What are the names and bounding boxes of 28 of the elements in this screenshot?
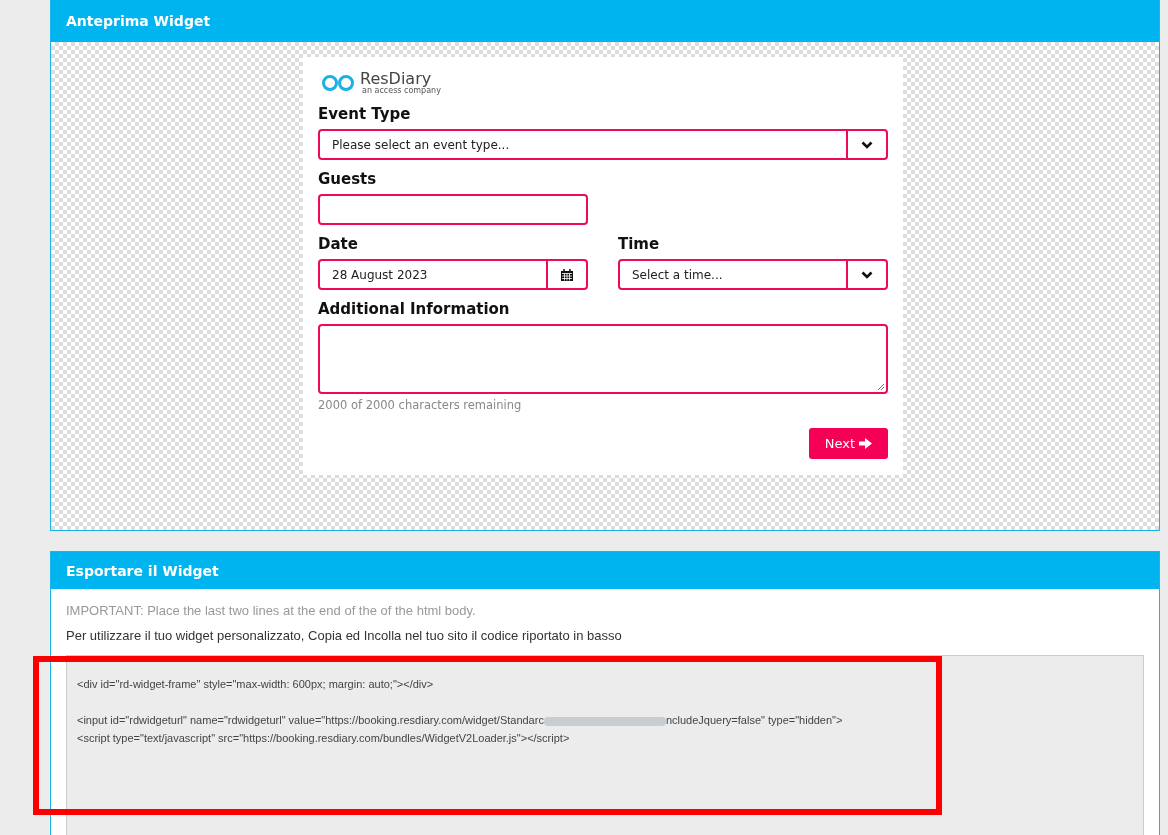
panel-title: Esportare il Widget: [66, 562, 219, 579]
logo-icon: [321, 74, 355, 92]
chevron-down-icon: [861, 270, 873, 279]
arrow-right-icon: [859, 438, 872, 449]
calendar-icon: [561, 268, 573, 281]
character-counter: 2000 of 2000 characters remaining: [318, 398, 523, 412]
instructions-text: Per utilizzare il tuo widget personalizzato, Copia ed Incolla nel tuo sito il codice riportato in basso: [66, 628, 623, 643]
text-area[interactable]: [318, 324, 888, 394]
brand-tagline: an access company: [362, 87, 441, 95]
field-label: Additional Information: [318, 300, 511, 318]
input-field[interactable]: [318, 194, 588, 225]
field-label: Guests: [318, 170, 378, 188]
panel-title: Anteprima Widget: [66, 13, 211, 29]
select-field[interactable]: Please select an event type...: [318, 129, 888, 160]
brand-name: ResDiary: [360, 71, 432, 87]
chevron-down-icon: [861, 140, 873, 149]
resize-grip-icon: [877, 383, 885, 391]
code-line: ncludeJquery=false" type="hidden">: [665, 714, 843, 726]
date-field[interactable]: 28 August 2023: [318, 259, 588, 290]
code-line: <script type="text/javascript" src="https://booking.resdiary.com/bundles/WidgetV2Loader.js"></script>: [77, 732, 570, 744]
field-label: Date: [318, 235, 359, 253]
select-field[interactable]: Select a time...: [618, 259, 888, 290]
code-line: <input id="rdwidgeturl" name="rdwidgeturl" value="https://booking.resdiary.com/widget/Standarc: [77, 714, 544, 726]
next-button[interactable]: Next: [808, 428, 888, 459]
code-line: <div id="rd-widget-frame" style="max-width: 600px; margin: auto;"></div>: [77, 678, 434, 690]
field-label: Time: [618, 235, 661, 253]
field-label: Event Type: [318, 105, 412, 123]
notice-text: IMPORTANT: Place the last two lines at the end of the of the html body.: [66, 603, 477, 618]
